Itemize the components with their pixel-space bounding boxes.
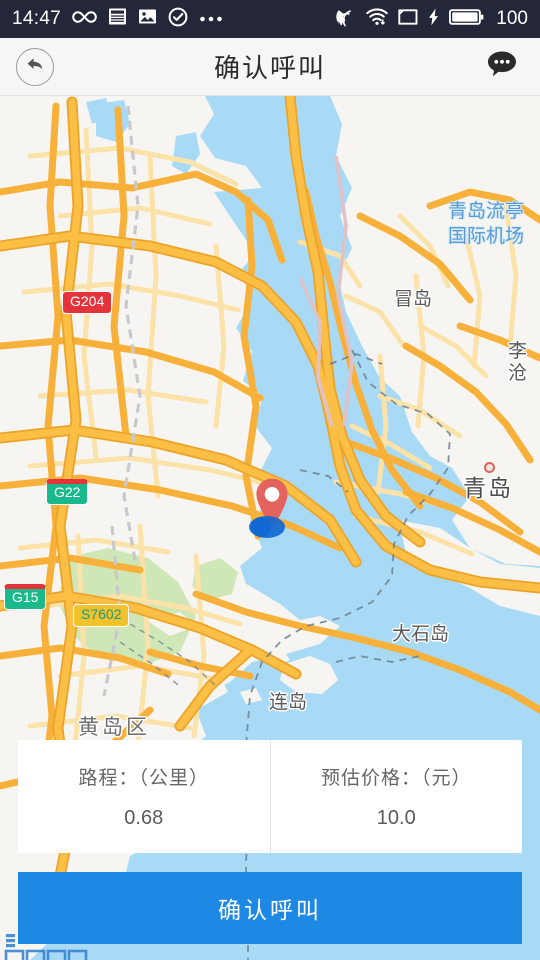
- battery-icon: [449, 8, 484, 31]
- distance-column: 路程：（公里） 0.68: [18, 740, 270, 853]
- charging-bolt-icon: [428, 8, 439, 31]
- page-title: 确认呼叫: [213, 53, 326, 83]
- photo-icon: [138, 7, 157, 31]
- status-bar: 14:47 100: [0, 0, 540, 38]
- status-bar-left: 14:47: [12, 7, 223, 32]
- check-circle-icon: [168, 7, 188, 32]
- confirm-call-button[interactable]: 确认呼叫: [18, 872, 522, 944]
- infinity-icon: [72, 9, 97, 30]
- wifi-icon: [366, 7, 389, 31]
- location-icon: [335, 7, 356, 32]
- more-dots-icon: [199, 10, 223, 28]
- status-bar-clock: 14:47: [12, 8, 62, 29]
- app-root: 14:47 100 确认呼叫 青岛流亭 国际机场 冒岛 李沧 青岛 大石岛 连岛…: [0, 0, 540, 960]
- trip-info-card: 路程：（公里） 0.68 预估价格：（元） 10.0: [18, 740, 522, 853]
- sim-card-icon: [398, 8, 418, 31]
- distance-value: 0.68: [124, 807, 164, 829]
- back-arrow-icon: [24, 54, 46, 79]
- news-icon: [108, 7, 127, 31]
- status-bar-right: 100: [335, 7, 528, 32]
- price-value: 10.0: [376, 807, 416, 829]
- price-label: 预估价格：（元）: [320, 768, 472, 789]
- chat-bubble-dots-icon: [484, 47, 520, 86]
- app-header: 确认呼叫: [0, 38, 540, 96]
- back-button[interactable]: [16, 47, 54, 86]
- distance-label: 路程：（公里）: [78, 768, 209, 789]
- battery-percent-label: 100: [496, 8, 528, 29]
- chat-button[interactable]: [482, 47, 522, 87]
- price-column: 预估价格：（元） 10.0: [269, 740, 523, 853]
